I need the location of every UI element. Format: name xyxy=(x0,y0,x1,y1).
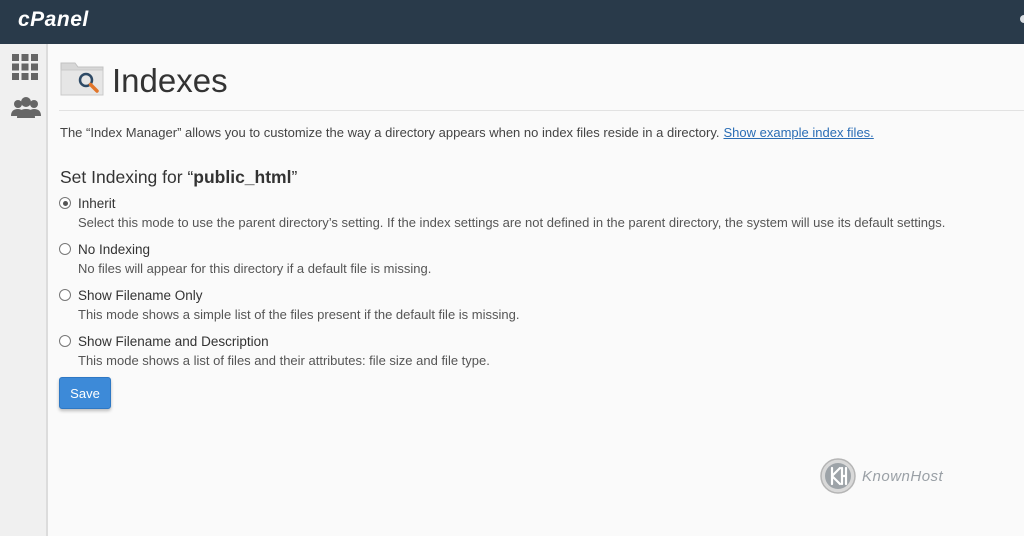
top-edge-element xyxy=(1020,15,1024,23)
cpanel-logo[interactable]: cPanel xyxy=(18,8,89,32)
option-filename-description[interactable]: Show Filename and Description This mode … xyxy=(59,332,1009,368)
option-help: This mode shows a simple list of the fil… xyxy=(78,307,520,322)
option-label[interactable]: Inherit xyxy=(78,196,116,211)
users-icon[interactable] xyxy=(10,94,41,124)
radio-no-indexing[interactable] xyxy=(59,243,71,255)
set-indexing-heading: Set Indexing for “public_html” xyxy=(60,167,297,188)
option-filename-only[interactable]: Show Filename Only This mode shows a sim… xyxy=(59,286,1009,322)
option-label[interactable]: Show Filename Only xyxy=(78,288,203,303)
save-button[interactable]: Save xyxy=(59,377,111,409)
heading-suffix: ” xyxy=(291,167,298,187)
radio-inherit[interactable] xyxy=(59,197,71,209)
directory-name: public_html xyxy=(193,167,292,187)
option-help: No files will appear for this directory … xyxy=(78,261,432,276)
option-label[interactable]: No Indexing xyxy=(78,242,150,257)
page-title: Indexes xyxy=(112,62,228,99)
title-divider xyxy=(59,110,1024,111)
top-bar: cPanel xyxy=(0,0,1024,44)
option-inherit[interactable]: Inherit Select this mode to use the pare… xyxy=(59,194,1009,230)
main-content: Indexes The “Index Manager” allows you t… xyxy=(48,44,1024,536)
option-label[interactable]: Show Filename and Description xyxy=(78,334,269,349)
sidebar xyxy=(0,44,48,536)
folder-search-icon xyxy=(59,59,105,99)
watermark-text: KnownHost xyxy=(862,467,944,485)
knownhost-logo-icon xyxy=(820,458,856,494)
page-description: The “Index Manager” allows you to custom… xyxy=(60,125,874,140)
option-help: Select this mode to use the parent direc… xyxy=(78,215,946,230)
option-help: This mode shows a list of files and thei… xyxy=(78,353,490,368)
description-text: The “Index Manager” allows you to custom… xyxy=(60,125,720,140)
radio-filename-description[interactable] xyxy=(59,335,71,347)
knownhost-watermark: KnownHost xyxy=(820,458,943,494)
heading-prefix: Set Indexing for “ xyxy=(60,167,194,187)
option-no-indexing[interactable]: No Indexing No files will appear for thi… xyxy=(59,240,1009,276)
show-example-link[interactable]: Show example index files. xyxy=(723,125,873,140)
radio-filename-only[interactable] xyxy=(59,289,71,301)
grid-icon[interactable] xyxy=(10,52,40,82)
